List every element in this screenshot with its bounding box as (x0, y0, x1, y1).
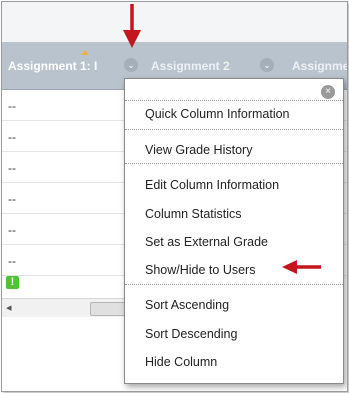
annotation-arrow-left (282, 260, 321, 274)
annotation-arrow-down (123, 4, 141, 48)
annotation-overlay (123, 4, 321, 274)
